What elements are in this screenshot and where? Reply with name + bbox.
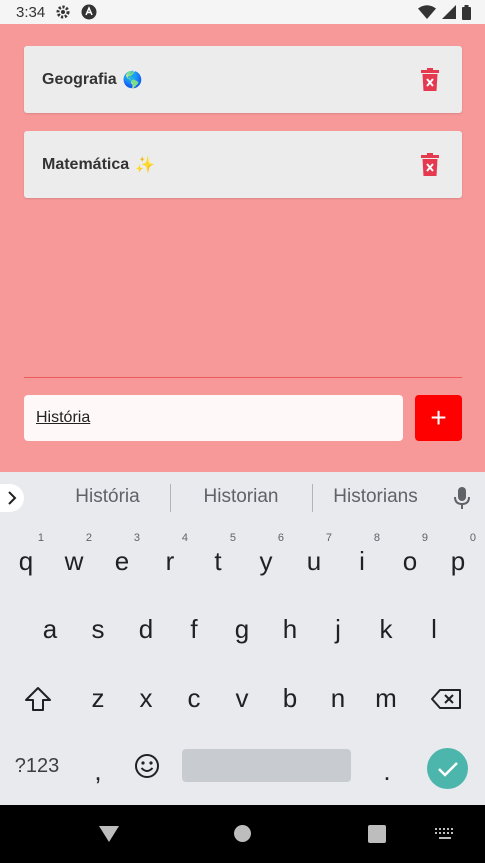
suggestion-divider: [170, 484, 171, 512]
input-value: História: [36, 409, 91, 426]
emoji-icon: [135, 754, 159, 778]
key-s[interactable]: s: [76, 614, 120, 645]
key-g[interactable]: g: [220, 614, 264, 645]
home-button[interactable]: [233, 824, 252, 843]
add-button[interactable]: +: [415, 395, 462, 441]
key-j[interactable]: j: [316, 614, 360, 645]
item-label: Matemática: [42, 155, 130, 173]
app-content: Geografia 🌎 Matemática ✨ História +: [0, 24, 485, 472]
backspace-key[interactable]: [428, 686, 464, 712]
home-circle-icon: [234, 825, 251, 842]
key-n[interactable]: n: [316, 683, 360, 714]
delete-button[interactable]: [418, 66, 442, 94]
key-a[interactable]: a: [28, 614, 72, 645]
status-time: 3:34: [16, 3, 46, 21]
key-v[interactable]: v: [220, 683, 264, 714]
back-triangle-icon: [99, 826, 119, 842]
key-i[interactable]: 8i: [340, 532, 384, 577]
keyboard-switch-button[interactable]: [434, 827, 456, 841]
key-u[interactable]: 7u: [292, 532, 336, 577]
suggestion-strip: História Historian Historians: [0, 472, 485, 524]
item-emoji: ✨: [135, 156, 156, 174]
chevron-right-icon: [8, 491, 17, 505]
key-z[interactable]: z: [76, 683, 120, 714]
key-f[interactable]: f: [172, 614, 216, 645]
suggestion-1[interactable]: História: [50, 486, 165, 508]
list-item: Matemática ✨: [24, 131, 462, 198]
item-label: Geografia: [42, 70, 117, 88]
key-t[interactable]: 5t: [196, 532, 240, 577]
key-k[interactable]: k: [364, 614, 408, 645]
period-key[interactable]: .: [365, 756, 409, 787]
wifi-icon: [418, 5, 436, 19]
key-q[interactable]: 1q: [4, 532, 48, 577]
shift-icon: [25, 687, 51, 711]
checkmark-icon: [437, 761, 458, 777]
key-h[interactable]: h: [268, 614, 312, 645]
signal-icon: [442, 5, 456, 19]
recents-square-icon: [368, 825, 386, 843]
app-notification-icon: [81, 4, 97, 20]
settings-icon: [55, 4, 71, 20]
microphone-icon[interactable]: [452, 486, 472, 515]
key-o[interactable]: 9o: [388, 532, 432, 577]
divider: [24, 377, 462, 378]
trash-icon: [421, 67, 439, 91]
trash-icon: [421, 152, 439, 176]
symbols-key[interactable]: ?123: [6, 755, 68, 778]
key-w[interactable]: 2w: [52, 532, 96, 577]
navigation-bar: [0, 805, 485, 863]
key-r[interactable]: 4r: [148, 532, 192, 577]
battery-icon: [462, 4, 471, 20]
key-p[interactable]: 0p: [436, 532, 480, 577]
comma-key[interactable]: ,: [76, 756, 120, 787]
item-input[interactable]: História: [24, 395, 403, 441]
suggestion-2[interactable]: Historian: [180, 486, 302, 508]
delete-button[interactable]: [418, 151, 442, 179]
status-bar: 3:34: [0, 0, 485, 24]
key-l[interactable]: l: [412, 614, 456, 645]
item-emoji: 🌎: [122, 71, 143, 89]
add-button-label: +: [430, 402, 447, 433]
backspace-icon: [431, 689, 461, 709]
enter-key[interactable]: [427, 748, 468, 789]
key-c[interactable]: c: [172, 683, 216, 714]
list-item: Geografia 🌎: [24, 46, 462, 113]
expand-suggestions-button[interactable]: [0, 484, 24, 512]
key-x[interactable]: x: [124, 683, 168, 714]
emoji-key[interactable]: [132, 751, 162, 781]
shift-key[interactable]: [20, 684, 56, 714]
suggestion-divider: [312, 484, 313, 512]
key-d[interactable]: d: [124, 614, 168, 645]
back-button[interactable]: [98, 825, 120, 843]
recents-button[interactable]: [368, 825, 386, 843]
suggestion-3[interactable]: Historians: [318, 486, 433, 508]
key-y[interactable]: 6y: [244, 532, 288, 577]
key-e[interactable]: 3e: [100, 532, 144, 577]
key-b[interactable]: b: [268, 683, 312, 714]
keyboard-icon: [435, 828, 453, 839]
space-bar[interactable]: [182, 749, 351, 782]
keyboard: História Historian Historians 1q 2w 3e 4…: [0, 472, 485, 805]
key-m[interactable]: m: [364, 683, 408, 714]
